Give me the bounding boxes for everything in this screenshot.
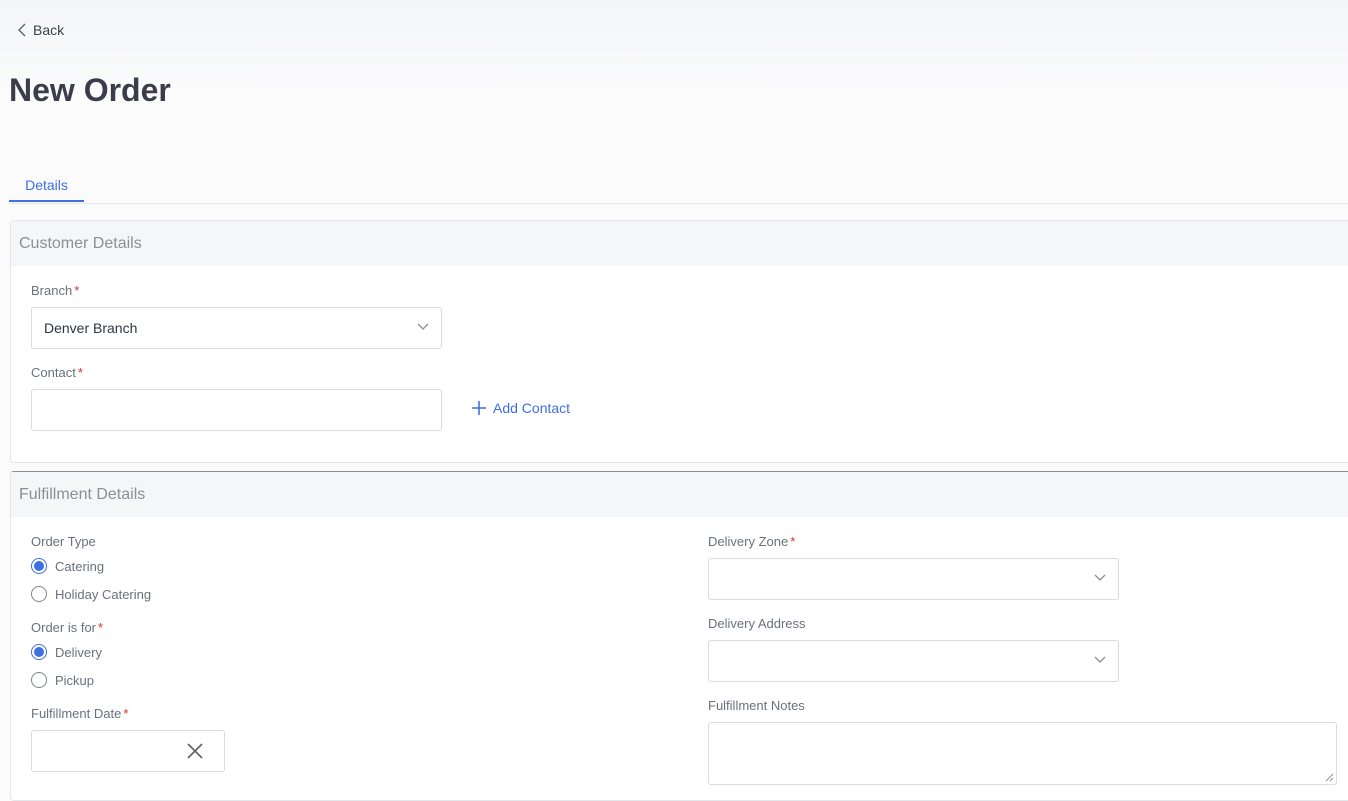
tab-details[interactable]: Details bbox=[9, 170, 84, 202]
customer-details-card: Customer Details Branch * Denver Branch C… bbox=[10, 220, 1348, 463]
fulfillment-details-card: Fulfillment Details Order Type Catering … bbox=[10, 471, 1348, 801]
radio-button[interactable] bbox=[31, 586, 47, 602]
radio-delivery-label: Delivery bbox=[55, 644, 102, 660]
radio-delivery[interactable]: Delivery bbox=[31, 644, 102, 660]
chevron-left-icon bbox=[18, 23, 26, 37]
contact-label: Contact * bbox=[31, 365, 83, 380]
page-title: New Order bbox=[9, 72, 171, 108]
order-is-for-label: Order is for * bbox=[31, 620, 103, 635]
chevron-down-icon bbox=[1094, 656, 1106, 663]
contact-label-text: Contact bbox=[31, 365, 76, 380]
fulfillment-notes-label: Fulfillment Notes bbox=[708, 698, 805, 713]
fulfillment-date-label: Fulfillment Date * bbox=[31, 706, 128, 721]
branch-label: Branch * bbox=[31, 283, 79, 298]
required-marker: * bbox=[98, 620, 104, 635]
back-link[interactable]: Back bbox=[17, 20, 64, 40]
delivery-address-select[interactable] bbox=[708, 640, 1119, 682]
close-icon[interactable] bbox=[186, 742, 204, 760]
radio-holiday-catering-label: Holiday Catering bbox=[55, 586, 152, 602]
order-is-for-label-text: Order is for bbox=[31, 620, 97, 635]
required-marker: * bbox=[790, 534, 796, 549]
delivery-address-label: Delivery Address bbox=[708, 616, 806, 631]
branch-select-value: Denver Branch bbox=[44, 320, 138, 336]
branch-select[interactable]: Denver Branch bbox=[31, 307, 442, 349]
branch-label-text: Branch bbox=[31, 283, 73, 298]
resize-grip-icon[interactable] bbox=[1325, 773, 1334, 782]
delivery-zone-label: Delivery Zone * bbox=[708, 534, 795, 549]
fulfillment-date-label-text: Fulfillment Date bbox=[31, 706, 122, 721]
order-type-label: Order Type bbox=[31, 534, 96, 549]
radio-pickup[interactable]: Pickup bbox=[31, 672, 94, 688]
radio-holiday-catering[interactable]: Holiday Catering bbox=[31, 586, 151, 602]
required-marker: * bbox=[74, 283, 80, 298]
plus-icon bbox=[472, 401, 486, 415]
radio-button-checked[interactable] bbox=[31, 558, 47, 574]
page-header-background bbox=[0, 0, 1348, 150]
chevron-down-icon bbox=[417, 323, 429, 330]
radio-button-checked[interactable] bbox=[31, 644, 47, 660]
required-marker: * bbox=[123, 706, 129, 721]
delivery-zone-label-text: Delivery Zone bbox=[708, 534, 789, 549]
contact-input[interactable] bbox=[31, 389, 442, 431]
customer-details-header: Customer Details bbox=[11, 221, 1348, 266]
back-label: Back bbox=[33, 22, 65, 38]
add-contact-label: Add Contact bbox=[493, 400, 571, 416]
radio-button[interactable] bbox=[31, 672, 47, 688]
fulfillment-details-header: Fulfillment Details bbox=[11, 472, 1348, 517]
delivery-zone-select[interactable] bbox=[708, 558, 1119, 600]
required-marker: * bbox=[77, 365, 83, 380]
tab-bar: Details bbox=[9, 170, 1348, 204]
radio-catering[interactable]: Catering bbox=[31, 558, 104, 574]
fulfillment-notes-textarea[interactable] bbox=[708, 722, 1337, 785]
fulfillment-date-input[interactable] bbox=[31, 730, 225, 772]
radio-pickup-label: Pickup bbox=[55, 672, 95, 688]
add-contact-button[interactable]: Add Contact bbox=[471, 400, 570, 416]
chevron-down-icon bbox=[1094, 574, 1106, 581]
radio-catering-label: Catering bbox=[55, 558, 105, 574]
